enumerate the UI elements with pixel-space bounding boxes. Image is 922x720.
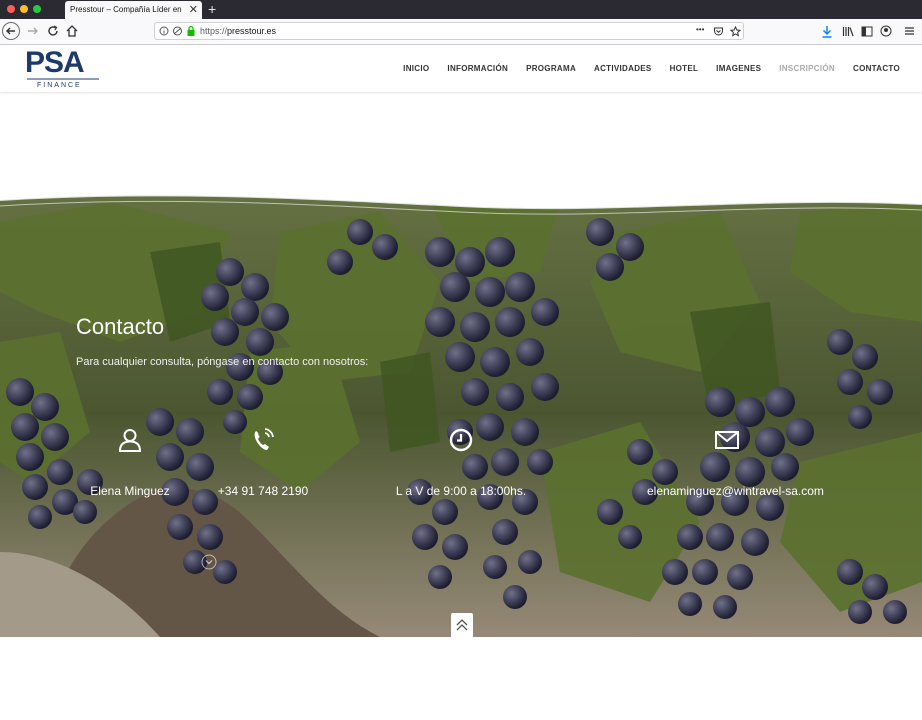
pocket-icon[interactable] — [713, 26, 724, 37]
psa-finance-logo[interactable]: PSA FINANCE — [25, 46, 101, 91]
vineyard-grapes-background — [0, 192, 922, 637]
contact-hours-text: L a V de 9:00 a 18:00hs. — [395, 484, 527, 498]
back-to-top-button[interactable] — [451, 613, 473, 637]
bookmark-star-icon[interactable] — [730, 26, 741, 37]
phone-icon — [254, 428, 274, 450]
contact-subtitle: Para cualquier consulta, póngase en cont… — [76, 356, 369, 368]
contact-email-address[interactable]: elenaminguez@wintravel-sa.com — [647, 484, 824, 498]
window-minimize-button[interactable] — [20, 5, 28, 13]
home-icon — [66, 25, 78, 37]
back-arrow-icon — [6, 27, 15, 35]
info-icon[interactable] — [159, 26, 169, 36]
envelope-icon — [715, 431, 739, 449]
tab-close-icon[interactable]: ✕ — [189, 3, 198, 17]
menu-item-contacto[interactable]: CONTACTO — [853, 64, 900, 73]
reload-icon — [48, 25, 58, 36]
clock-icon — [449, 428, 473, 452]
logo-subtitle: FINANCE — [37, 82, 82, 89]
library-icon[interactable] — [842, 26, 854, 37]
url-scheme: https:// — [200, 26, 228, 36]
reload-button[interactable] — [44, 22, 62, 40]
sidebar-icon[interactable] — [861, 26, 873, 37]
lock-icon[interactable] — [186, 25, 196, 37]
menu-item-inscripcion[interactable]: INSCRIPCIÓN — [779, 64, 835, 73]
contact-heading: Contacto — [76, 314, 165, 339]
site-header: PSA FINANCE INICIO INFORMACIÓN PROGRAMA … — [0, 45, 922, 92]
logo-word: PSA — [25, 46, 85, 79]
page-actions-menu-icon[interactable]: ••• — [696, 25, 704, 34]
tracking-shield-icon[interactable] — [172, 26, 183, 36]
forward-arrow-icon — [28, 27, 38, 35]
menu-item-programa[interactable]: PROGRAMA — [526, 64, 576, 73]
contact-email: elenaminguez@wintravel-sa.com — [647, 427, 824, 498]
url-host: presstour.es — [227, 26, 277, 36]
hamburger-menu-icon[interactable] — [904, 26, 915, 36]
contact-phone: +34 91 748 2190 — [183, 427, 343, 498]
double-chevron-up-icon — [456, 619, 468, 631]
menu-item-hotel[interactable]: HOTEL — [670, 64, 699, 73]
contact-hero: Contacto Para cualquier consulta, póngas… — [0, 192, 922, 637]
tab-title: Presstour – Compañía Líder en el sector — [70, 5, 182, 14]
contact-hours: L a V de 9:00 a 18:00hs. — [381, 427, 541, 498]
download-icon[interactable] — [821, 25, 833, 38]
menu-item-informacion[interactable]: INFORMACIÓN — [447, 64, 508, 73]
menu-item-imagenes[interactable]: IMAGENES — [716, 64, 761, 73]
home-button[interactable] — [63, 22, 81, 40]
user-icon — [118, 429, 142, 452]
main-menu: INICIO INFORMACIÓN PROGRAMA ACTIVIDADES … — [385, 64, 900, 73]
logo-underline — [27, 78, 99, 80]
account-icon[interactable] — [880, 25, 892, 37]
scroll-down-icon[interactable] — [201, 554, 217, 570]
menu-item-inicio[interactable]: INICIO — [403, 64, 429, 73]
new-tab-button[interactable]: + — [208, 1, 216, 17]
url-bar[interactable]: https://presstour.es ••• — [154, 22, 744, 40]
browser-tab[interactable]: Presstour – Compañía Líder en el sector … — [65, 1, 202, 19]
url-text[interactable]: https://presstour.es — [200, 26, 276, 36]
contact-phone-number[interactable]: +34 91 748 2190 — [183, 484, 343, 498]
window-close-button[interactable] — [7, 5, 15, 13]
browser-tab-bar: Presstour – Compañía Líder en el sector … — [0, 0, 922, 19]
menu-item-actividades[interactable]: ACTIVIDADES — [594, 64, 652, 73]
forward-button[interactable] — [24, 22, 42, 40]
window-zoom-button[interactable] — [33, 5, 41, 13]
back-button[interactable] — [2, 22, 20, 40]
